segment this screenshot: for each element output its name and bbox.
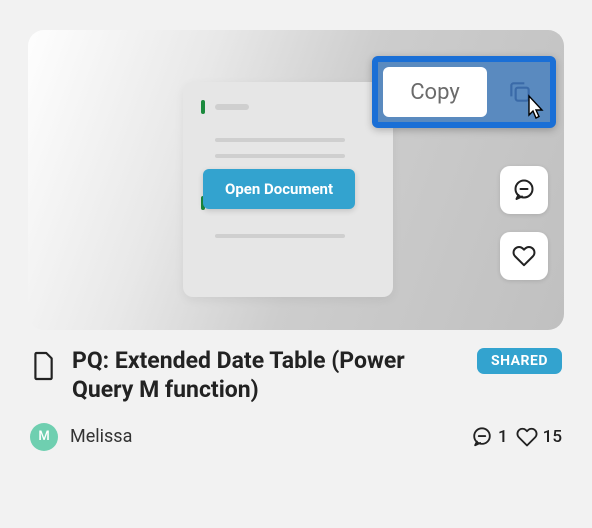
footer-row: M Melissa 1 15 <box>28 411 564 451</box>
side-actions <box>500 166 548 280</box>
placeholder-line <box>215 154 345 158</box>
comment-count[interactable]: 1 <box>471 426 508 448</box>
placeholder-line <box>215 138 345 142</box>
placeholder-line <box>215 104 249 110</box>
heart-icon <box>516 426 538 448</box>
like-count-value: 15 <box>543 427 562 447</box>
open-document-button[interactable]: Open Document <box>203 169 355 209</box>
heart-icon <box>512 244 536 268</box>
doc-row <box>201 100 375 114</box>
resource-card: Open Document Copy <box>28 30 564 451</box>
copy-icon-button[interactable] <box>495 67 545 117</box>
copy-label: Copy <box>410 80 460 105</box>
stats: 1 15 <box>471 426 562 448</box>
like-count[interactable]: 15 <box>516 426 562 448</box>
author-name[interactable]: Melissa <box>70 426 471 447</box>
resource-title: PQ: Extended Date Table (Power Query M f… <box>72 346 461 405</box>
comment-count-value: 1 <box>498 427 508 447</box>
copy-icon <box>507 79 533 105</box>
copy-callout: Copy <box>372 56 556 128</box>
document-icon <box>30 350 56 382</box>
preview-area: Open Document Copy <box>28 30 564 330</box>
open-document-label: Open Document <box>225 180 333 198</box>
avatar[interactable]: M <box>30 423 58 451</box>
message-icon <box>471 426 493 448</box>
placeholder-line <box>215 234 345 238</box>
comment-button[interactable] <box>500 166 548 214</box>
shared-badge: SHARED <box>477 348 562 374</box>
like-button[interactable] <box>500 232 548 280</box>
message-icon <box>512 178 536 202</box>
copy-button[interactable]: Copy <box>383 67 487 117</box>
bullet-icon <box>201 100 205 114</box>
meta-row: PQ: Extended Date Table (Power Query M f… <box>28 330 564 411</box>
